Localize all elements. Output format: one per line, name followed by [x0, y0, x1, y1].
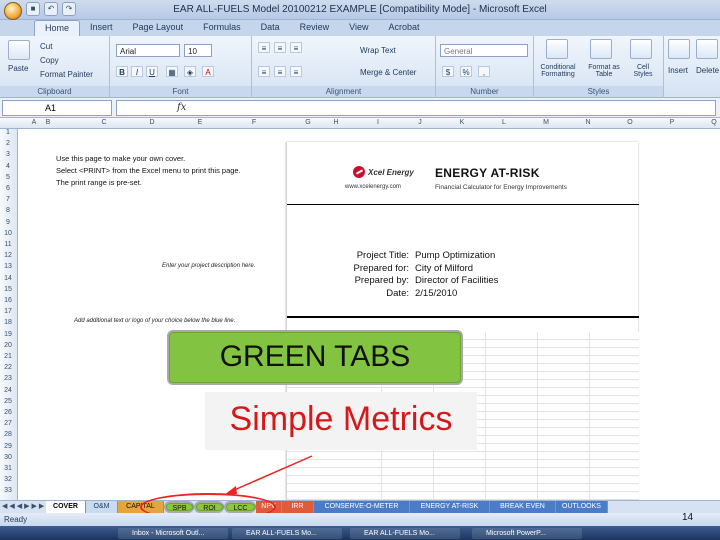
callout-arrow: [224, 455, 313, 495]
excel-window: ■ ↶ ↷ EAR ALL-FUELS Model 20100212 EXAMP…: [0, 0, 720, 540]
windows-taskbar: Inbox - Microsoft Outl... EAR ALL-FUELS M…: [0, 526, 720, 540]
status-bar: Ready: [0, 513, 720, 526]
taskbar-button[interactable]: EAR ALL-FUELS Mo...: [232, 528, 342, 539]
taskbar-button[interactable]: Inbox - Microsoft Outl...: [118, 528, 228, 539]
arrow-line: [231, 455, 313, 492]
slide-page-number: 14: [682, 512, 694, 523]
taskbar-button[interactable]: EAR ALL-FUELS Mo...: [350, 528, 460, 539]
taskbar-quicklaunch-icons[interactable]: [4, 528, 100, 539]
taskbar-button[interactable]: Microsoft PowerP...: [472, 528, 582, 539]
